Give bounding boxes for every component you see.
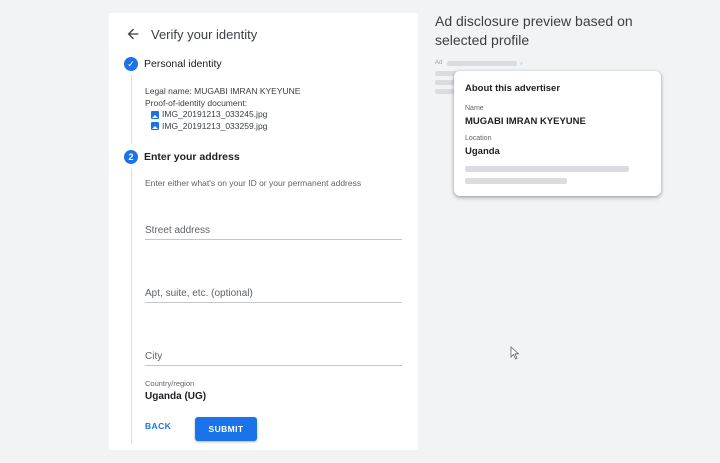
skeleton-line (447, 61, 517, 66)
identity-details: Legal name: MUGABI IMRAN KYEYUNE Proof-o… (145, 86, 300, 132)
step-enter-address: 2 Enter your address (124, 150, 240, 164)
legal-name-label: Legal name: (145, 86, 192, 96)
street-address-field[interactable] (145, 220, 402, 240)
step-personal-identity: ✓ Personal identity (124, 57, 222, 71)
mouse-pointer-icon (510, 346, 520, 360)
preview-title: Ad disclosure preview based on selected … (435, 13, 633, 48)
image-file-icon (151, 110, 159, 119)
step-title: Enter your address (144, 151, 240, 163)
step-connector (131, 75, 132, 143)
apt-field[interactable] (145, 283, 402, 303)
skeleton-line (465, 178, 567, 184)
file-item[interactable]: IMG_20191213_033259.jpg (145, 121, 300, 133)
check-circle-icon: ✓ (124, 57, 138, 71)
file-item[interactable]: IMG_20191213_033245.jpg (145, 109, 300, 121)
country-select[interactable]: Uganda (UG) (145, 391, 206, 402)
verify-identity-card: Verify your identity ✓ Personal identity… (109, 13, 418, 450)
address-hint: Enter either what's on your ID or your p… (145, 178, 362, 188)
location-label: Location (465, 135, 492, 142)
street-address-input[interactable] (145, 225, 402, 239)
advertiser-location: Uganda (465, 146, 500, 157)
back-button[interactable]: BACK (145, 421, 171, 431)
skeleton-dot (520, 62, 523, 65)
submit-button[interactable]: SUBMIT (195, 417, 257, 441)
advertiser-name: MUGABI IMRAN KYEYUNE (465, 116, 586, 127)
name-label: Name (465, 105, 484, 112)
step-connector (131, 169, 132, 444)
page-title: Verify your identity (151, 26, 258, 42)
proof-document-label: Proof-of-identity document: (145, 97, 248, 108)
arrow-left-icon[interactable] (125, 26, 141, 42)
legal-name-value: MUGABI IMRAN KYEYUNE (194, 86, 301, 96)
ad-label: Ad (435, 60, 443, 66)
popup-title: About this advertiser (465, 83, 561, 94)
country-label: Country/region (145, 379, 195, 388)
file-name: IMG_20191213_033245.jpg (162, 109, 268, 119)
step-number-badge: 2 (124, 150, 138, 164)
file-name: IMG_20191213_033259.jpg (162, 120, 268, 131)
apt-input[interactable] (145, 288, 402, 302)
city-field[interactable] (145, 346, 402, 366)
step-title: Personal identity (144, 58, 222, 70)
card-header: Verify your identity (125, 23, 257, 45)
city-input[interactable] (145, 351, 402, 365)
image-file-icon (151, 122, 159, 131)
skeleton-line (465, 166, 629, 172)
about-advertiser-popup: About this advertiser Name MUGABI IMRAN … (454, 71, 661, 196)
